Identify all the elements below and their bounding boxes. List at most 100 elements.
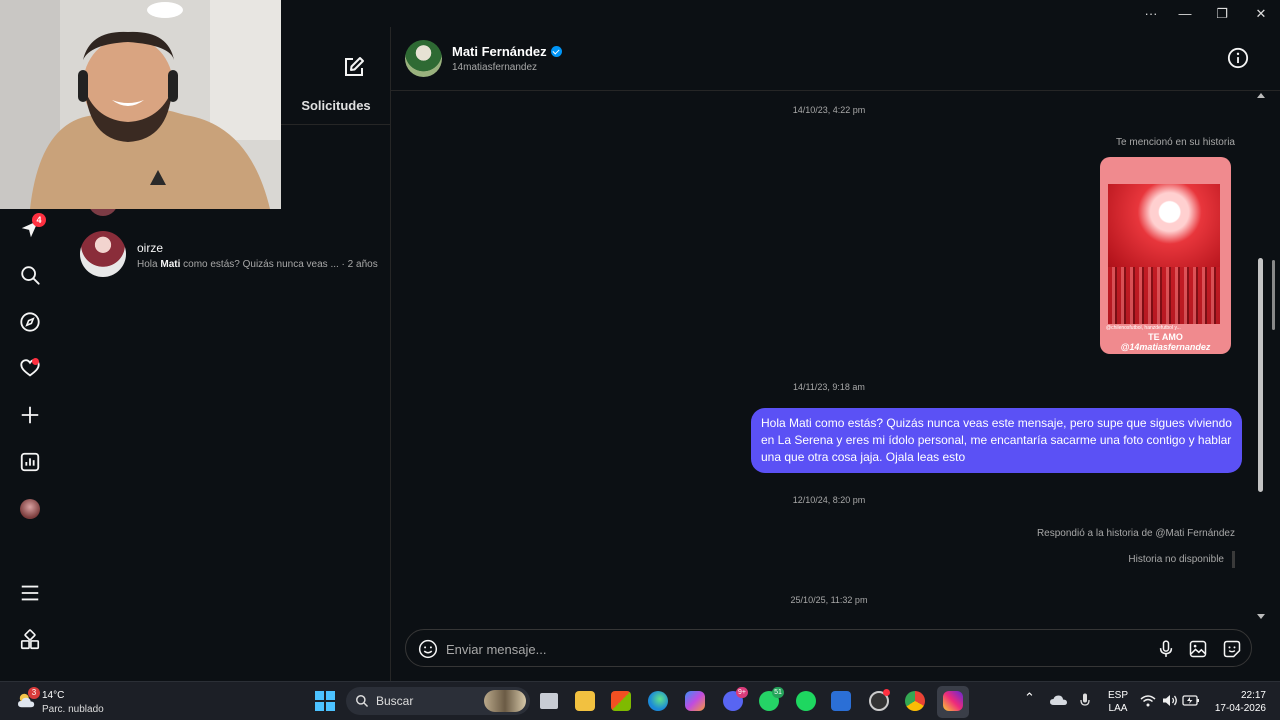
search-highlight-image (484, 690, 526, 712)
story-mention-label: Te mencionó en su historia (1116, 137, 1235, 148)
story-crowd (1108, 267, 1220, 324)
wifi-icon[interactable] (1140, 694, 1156, 707)
weather-widget[interactable]: 3 14°C Parc. nublado (14, 687, 134, 717)
sent-message-bubble[interactable]: Hola Mati como estás? Quizás nunca veas … (751, 408, 1242, 473)
story-text-line2: @14matiasfernandez (1120, 342, 1211, 352)
plus-icon (21, 406, 39, 424)
weather-description: Parc. nublado (42, 704, 104, 715)
clock[interactable]: 22:17 17-04-2026 (1206, 689, 1266, 715)
notifications-nav-button[interactable] (12, 350, 48, 386)
scroll-down-arrow-icon[interactable] (1257, 614, 1265, 619)
instagram-app: ··· — ❐ ✕ 4 Solicitudes oirze Hola Mati … (0, 0, 1280, 681)
messages-nav-button[interactable]: 4 (12, 211, 48, 247)
obs-recording-dot (883, 689, 890, 696)
conversation-avatar (80, 231, 126, 277)
onedrive-cloud-icon[interactable] (1050, 694, 1068, 706)
tray-overflow-chevron-icon[interactable]: ⌃ (1024, 691, 1035, 704)
store-button[interactable] (606, 686, 636, 716)
windows-logo-icon (315, 691, 335, 711)
start-button[interactable] (310, 686, 340, 716)
microphone-tray-icon[interactable] (1080, 693, 1090, 709)
story-reply-label: Respondió a la historia de @Mati Fernánd… (1036, 528, 1235, 539)
word-icon (831, 691, 851, 711)
more-apps-nav-button[interactable] (12, 622, 48, 658)
word-button[interactable] (826, 686, 856, 716)
spotify-icon (796, 691, 816, 711)
chat-panel: Mati Fernández 14matiasfernandez 14/10/2… (391, 27, 1280, 681)
edge-icon (648, 691, 668, 711)
webcam-person-image (0, 0, 281, 209)
explore-nav-button[interactable] (12, 304, 48, 340)
contact-name[interactable]: Mati Fernández (452, 44, 562, 59)
timestamp: 14/11/23, 9:18 am (793, 382, 865, 392)
info-icon[interactable] (1227, 47, 1249, 69)
discord-button[interactable]: 9+ (718, 686, 748, 716)
sticker-icon[interactable] (1222, 639, 1242, 659)
instagram-icon (943, 691, 963, 711)
file-explorer-button[interactable] (570, 686, 600, 716)
notification-dot (32, 358, 39, 365)
copilot-icon (685, 691, 705, 711)
scroll-thumb[interactable] (1258, 258, 1263, 492)
maximize-button[interactable]: ❐ (1204, 0, 1240, 27)
story-mention-card[interactable]: @chilenosfutbol, hanzdefutbol y... TE AM… (1100, 157, 1231, 354)
conversation-item[interactable]: oirze Hola Mati como estás? Quizás nunca… (74, 231, 384, 283)
message-composer (405, 629, 1252, 667)
minimize-button[interactable]: — (1167, 0, 1203, 27)
store-icon (611, 691, 631, 711)
image-icon[interactable] (1188, 639, 1208, 659)
language-indicator[interactable]: ESP LAA (1104, 689, 1132, 715)
message-thread: 14/10/23, 4:22 pm Te mencionó en su hist… (391, 91, 1256, 627)
webcam-overlay (0, 0, 281, 209)
more-options-icon[interactable]: ··· (1133, 0, 1169, 27)
contact-handle: 14matiasfernandez (452, 62, 538, 73)
volume-icon[interactable] (1162, 694, 1178, 707)
tab-divider (281, 124, 391, 125)
search-icon (21, 266, 40, 285)
instagram-button[interactable] (938, 686, 968, 716)
explore-icon (20, 312, 40, 332)
create-nav-button[interactable] (12, 397, 48, 433)
scroll-up-arrow-icon[interactable] (1257, 93, 1265, 98)
folder-icon (575, 691, 595, 711)
window-scroll-thumb[interactable] (1272, 260, 1275, 330)
profile-nav-button[interactable] (12, 491, 48, 527)
emoji-icon[interactable] (418, 639, 438, 659)
task-view-button[interactable] (534, 686, 564, 716)
hamburger-menu-icon (21, 585, 39, 601)
dashboard-nav-button[interactable] (12, 444, 48, 480)
apps-grid-icon (20, 629, 40, 650)
compose-icon[interactable] (342, 55, 366, 79)
whatsapp-badge: 51 (772, 687, 784, 698)
taskbar: 3 14°C Parc. nublado Buscar 9+ 51 ⌃ ESP L… (0, 681, 1280, 720)
edge-button[interactable] (643, 686, 673, 716)
microphone-icon[interactable] (1156, 639, 1176, 659)
window-scrollbar[interactable] (1268, 30, 1280, 681)
contact-avatar[interactable] (405, 40, 442, 77)
battery-charging-icon[interactable] (1182, 693, 1200, 707)
story-text-line1: TE AMO (1148, 332, 1183, 342)
task-view-icon (540, 693, 558, 709)
weather-temperature: 14°C (42, 690, 65, 701)
timestamp: 25/10/25, 11:32 pm (790, 595, 868, 605)
search-nav-button[interactable] (12, 257, 48, 293)
obs-button[interactable] (864, 686, 894, 716)
discord-badge: 9+ (736, 687, 748, 698)
spotify-button[interactable] (791, 686, 821, 716)
close-button[interactable]: ✕ (1243, 0, 1279, 27)
timestamp: 12/10/24, 8:20 pm (792, 495, 866, 505)
chrome-button[interactable] (900, 686, 930, 716)
conversation-preview: Hola Mati como estás? Quizás nunca veas … (137, 259, 378, 270)
search-label: Buscar (376, 694, 414, 708)
taskbar-search[interactable]: Buscar (346, 687, 530, 715)
message-input[interactable] (446, 638, 1126, 660)
messages-badge: 4 (32, 213, 46, 227)
menu-nav-button[interactable] (12, 575, 48, 611)
whatsapp-button[interactable]: 51 (754, 686, 784, 716)
chat-header: Mati Fernández 14matiasfernandez (391, 27, 1280, 91)
requests-tab[interactable]: Solicitudes (281, 98, 391, 125)
chrome-icon (905, 691, 925, 711)
copilot-button[interactable] (680, 686, 710, 716)
search-icon (356, 695, 369, 708)
chat-scrollbar[interactable] (1255, 91, 1267, 621)
